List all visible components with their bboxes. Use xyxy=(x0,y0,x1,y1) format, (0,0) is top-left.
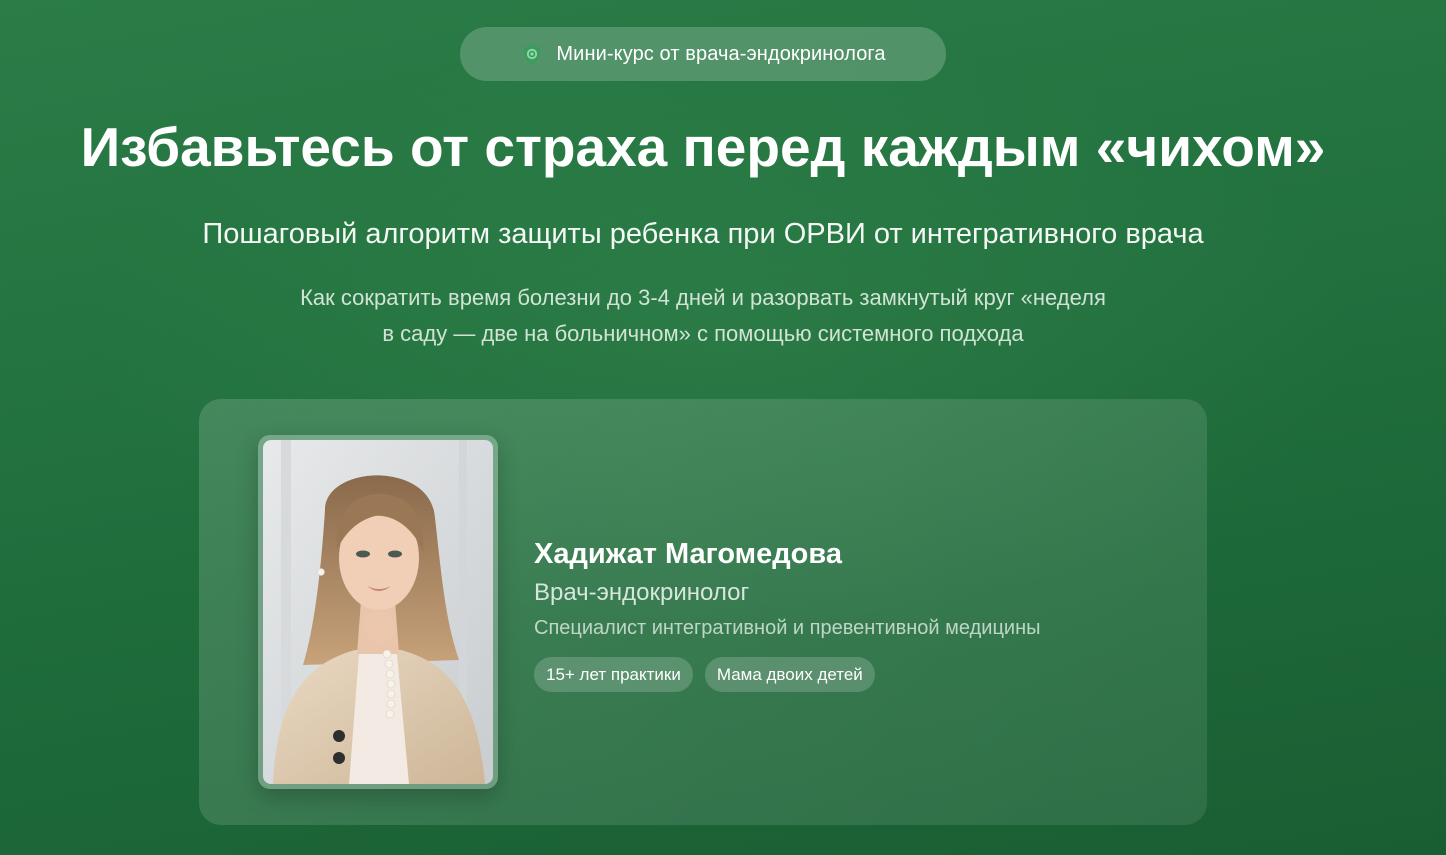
course-badge-label: Мини-курс от врача-эндокринолога xyxy=(556,42,886,65)
expert-role: Врач-эндокринолог xyxy=(534,579,750,606)
expert-tags: 15+ лет практики Мама двоих детей xyxy=(534,657,1174,692)
lead-text-line: в саду — две на больничном» с помощью си… xyxy=(382,321,1024,346)
expert-name: Хадижат Магомедова xyxy=(534,538,842,570)
expert-tag: Мама двоих детей xyxy=(704,657,875,692)
lead-text-line: Как сократить время болезни до 3-4 дней … xyxy=(300,285,1106,310)
expert-specialization: Специалист интегративной и превентивной … xyxy=(534,617,1041,639)
expert-info: Хадижат Магомедова Врач-эндокринолог Спе… xyxy=(534,535,1174,692)
page-title: Избавьтесь от страха перед каждым «чихом… xyxy=(80,116,1326,178)
lead-text: Как сократить время болезни до 3-4 дней … xyxy=(190,280,1216,352)
expert-photo xyxy=(263,440,493,784)
expert-card: Хадижат Магомедова Врач-эндокринолог Спе… xyxy=(199,399,1207,825)
shield-check-icon xyxy=(524,44,541,64)
expert-tag: 15+ лет практики xyxy=(534,657,693,692)
page-subtitle: Пошаговый алгоритм защиты ребенка при ОР… xyxy=(202,218,1204,250)
expert-photo-frame xyxy=(258,435,498,789)
course-badge: Мини-курс от врача-эндокринолога xyxy=(460,27,946,81)
